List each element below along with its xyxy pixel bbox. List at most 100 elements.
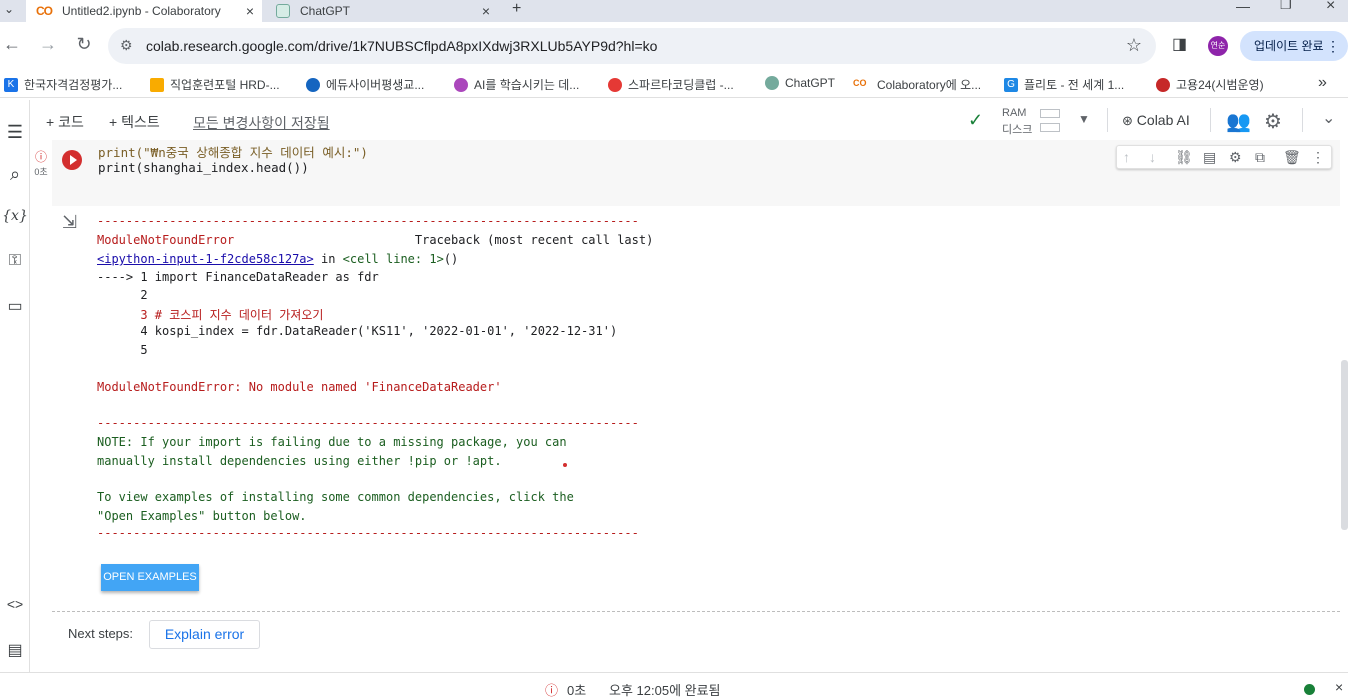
bookmark-item[interactable]: 스파르타코딩클럽 -... [608,76,734,93]
share-people-icon[interactable]: 👥 [1226,109,1251,134]
bookmarks-more-icon[interactable]: » [1318,74,1327,92]
code-line[interactable]: print(shanghai_index.head()) [98,160,309,175]
code-line[interactable]: print("₩n중국 상해종합 지수 데이터 예시:") [98,142,368,161]
status-bar: ⓘ 0초 오후 12:05에 완료됨 × [0,672,1348,700]
chatgpt-logo-icon [276,4,290,18]
url-text[interactable]: colab.research.google.com/drive/1k7NUBSC… [146,38,657,54]
code-snippets-icon[interactable]: <> [2,596,28,612]
menu-kebab-icon[interactable]: ⋮ [1326,31,1340,61]
tab-close-icon[interactable]: × [482,3,490,19]
output-actions-icon[interactable]: ⇲ [62,212,77,233]
cursor-dot [563,463,567,467]
bookmark-item[interactable]: ChatGPT [765,76,835,90]
window-close-icon[interactable]: × [1326,0,1335,15]
resources-dropdown-icon[interactable]: ▼ [1078,112,1090,126]
bookmark-label: Colaboratory에 오... [877,78,982,92]
tab-search-chevron-icon[interactable]: ⌄ [4,2,14,16]
bookmark-label: 고용24(시범운영) [1176,78,1264,92]
site-info-icon[interactable]: ⚙ [120,37,133,54]
profile-avatar[interactable]: 연순 [1208,36,1228,56]
error-circle-icon: ⓘ [545,683,559,698]
traceback-line: ----> 1 import FinanceDataReader as fdr [97,270,379,284]
add-text-button[interactable]: + 텍스트 [109,112,160,132]
link-icon[interactable]: ⛓ [1175,149,1193,166]
bookmark-item[interactable]: 직업훈련포털 HRD-... [150,76,280,93]
saved-status[interactable]: 모든 변경사항이 저장됨 [193,113,330,133]
disk-label: 디스크 [1002,124,1033,136]
update-button[interactable]: 업데이트 완료 ⋮ [1240,31,1348,61]
error-circle-icon: ⓘ [34,150,47,164]
forward-arrow-icon[interactable]: → [36,34,60,55]
divider [1302,108,1303,132]
colab-toolbar: + 코드 + 텍스트 모든 변경사항이 저장됨 ✓ RAM 디스크 ▼ ⊛ Co… [30,100,1348,140]
add-code-button[interactable]: + 코드 [46,112,84,132]
minimize-icon[interactable]: — [1236,0,1250,14]
bookmark-star-icon[interactable]: ☆ [1126,35,1142,56]
next-steps-label: Next steps: [68,626,134,641]
note-line: NOTE: If your import is failing due to a… [97,435,567,449]
open-examples-button[interactable]: OPEN EXAMPLES [101,564,199,591]
cell-toolbar: ↑ ↓ ⛓ ▤ ⚙ ⧉ 🗑 ⋮ [1116,145,1332,169]
bookmark-item[interactable]: 고용24(시범운영) [1156,76,1264,93]
reload-icon[interactable]: ↻ [72,34,96,55]
cell-settings-icon[interactable]: ⚙ [1229,149,1242,166]
bookmark-item[interactable]: K 한국자격검정평가... [4,76,122,93]
run-cell-button[interactable] [62,150,82,170]
delete-icon[interactable]: 🗑 [1283,149,1301,166]
bookmark-label: AI를 학습시키는 데... [474,78,580,92]
terminal-icon[interactable]: ▤ [2,640,28,660]
tab-chatgpt[interactable]: ChatGPT × [266,0,498,22]
status-close-icon[interactable]: × [1335,679,1343,695]
bookmark-favicon-icon [1156,77,1170,92]
comment-icon[interactable]: ▤ [1203,149,1216,166]
left-rail: ☰ ⌕ {x} ⚿ ▭ <> ▤ [0,100,30,672]
mirror-cell-icon[interactable]: ⧉ [1255,149,1265,166]
move-down-icon[interactable]: ↓ [1149,149,1156,165]
folder-icon[interactable]: ▭ [2,296,28,316]
update-label: 업데이트 완료 [1254,39,1324,53]
connected-check-icon: ✓ [968,110,984,130]
tab-label: ChatGPT [300,4,351,18]
traceback-line: 4 kospi_index = fdr.DataReader('KS11', '… [97,324,618,338]
toc-icon[interactable]: ☰ [2,122,28,143]
bookmark-item[interactable]: 에듀사이버평생교... [306,76,424,93]
settings-gear-icon[interactable]: ⚙ [1264,109,1282,134]
bookmark-label: 스파르타코딩클럽 -... [628,78,734,92]
move-up-icon[interactable]: ↑ [1123,149,1130,165]
ipython-input-link[interactable]: <ipython-input-1-f2cde58c127a> [97,252,314,266]
bookmark-item[interactable]: G 플리토 - 전 세계 1... [1004,76,1124,93]
traceback-header: ModuleNotFoundError Traceback (most rece… [97,233,653,247]
colab-ai-button[interactable]: ⊛ Colab AI [1122,112,1190,129]
ram-bar [1040,109,1060,118]
key-icon[interactable]: ⚿ [2,252,28,270]
address-bar[interactable]: ⚙ colab.research.google.com/drive/1k7NUB… [108,28,1156,64]
bookmark-item[interactable]: AI를 학습시키는 데... [454,76,579,93]
collapse-chevron-icon[interactable]: ⌄ [1322,108,1335,128]
traceback-line: 3 # 코스피 지수 데이터 가져오기 [97,308,324,322]
tab-colab[interactable]: CO Untitled2.ipynb - Colaboratory × [26,0,262,22]
back-arrow-icon[interactable]: ← [0,34,24,55]
error-message-text: ModuleNotFoundError: No module named 'Fi… [97,380,502,394]
bookmark-label: 한국자격검정평가... [24,78,123,92]
bookmark-item[interactable]: CO Colaboratory에 오... [853,76,981,93]
address-row: ← → ↻ ⚙ colab.research.google.com/drive/… [0,22,1348,70]
bookmark-favicon-icon: K [4,77,18,92]
traceback-line: 2 [97,288,148,302]
new-tab-button[interactable]: + [512,0,521,18]
exec-time: 0초 [34,167,48,177]
separator: ----------------------------------------… [97,416,639,430]
paren-text: () [443,252,459,266]
colab-logo-icon: CO [36,4,53,18]
more-options-icon[interactable]: ⋮ [1311,149,1325,166]
tab-close-icon[interactable]: × [246,3,254,19]
explain-error-button[interactable]: Explain error [149,620,260,649]
note-line: "Open Examples" button below. [97,509,307,523]
variables-icon[interactable]: {x} [2,208,28,224]
bookmark-label: 에듀사이버평생교... [326,78,425,92]
side-panel-icon[interactable]: ◨ [1172,34,1187,54]
bookmark-favicon-icon [150,77,164,92]
maximize-icon[interactable]: ❐ [1280,0,1292,13]
cell-output [52,206,1340,612]
scrollbar[interactable] [1341,360,1348,530]
search-icon[interactable]: ⌕ [2,164,28,185]
